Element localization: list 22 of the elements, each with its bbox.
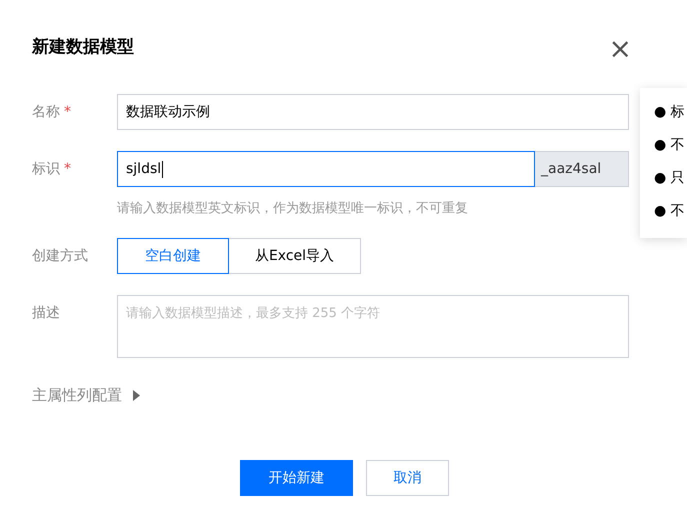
- field-label: 描述: [32, 305, 60, 321]
- required-mark: *: [64, 161, 71, 177]
- section-toggle[interactable]: 主属性列配置: [32, 386, 122, 405]
- close-button[interactable]: ×: [608, 37, 632, 61]
- option-button[interactable]: 空白创建: [117, 238, 229, 274]
- tooltip-item: ● 不: [654, 136, 686, 155]
- cancel-button[interactable]: 取消: [366, 460, 449, 496]
- tooltip-item: ● 标: [654, 103, 686, 122]
- field-label: 标识: [32, 161, 60, 177]
- tooltip-item: ● 只: [654, 169, 686, 188]
- dialog-title: 新建数据模型: [32, 36, 134, 58]
- field-hint: 请输入数据模型英文标识，作为数据模型唯一标识，不可重复: [117, 200, 469, 217]
- field-label: 名称: [32, 104, 60, 120]
- name-input[interactable]: 数据联动示例: [117, 94, 629, 130]
- required-mark: *: [64, 104, 71, 120]
- field-label: 创建方式: [32, 248, 88, 264]
- id-input[interactable]: sjldsl: [117, 151, 535, 187]
- option-button[interactable]: 从Excel导入: [229, 238, 361, 274]
- tooltip-item: ● 不: [654, 202, 686, 221]
- expand-icon[interactable]: [132, 390, 140, 401]
- id-suffix: _aaz4sal: [535, 151, 629, 187]
- create-button[interactable]: 开始新建: [240, 460, 353, 496]
